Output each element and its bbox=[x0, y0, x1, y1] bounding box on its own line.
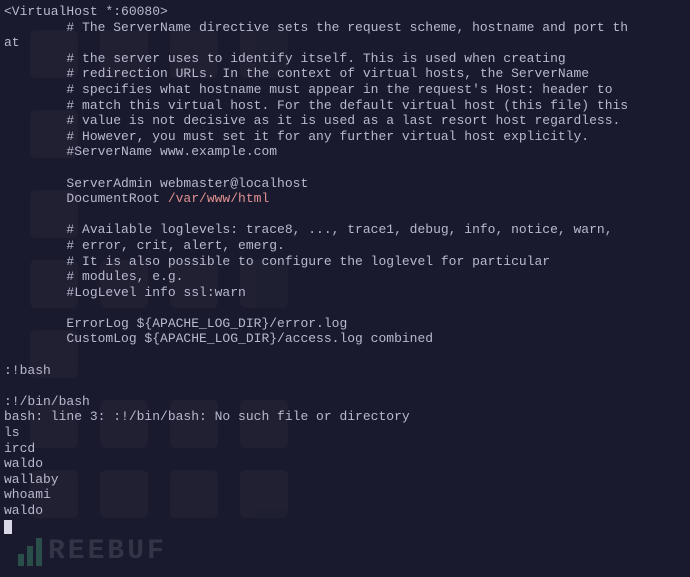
shell-line: :!/bin/bash bbox=[4, 394, 686, 410]
terminal-cursor-line bbox=[4, 519, 686, 535]
shell-line: wallaby bbox=[4, 472, 686, 488]
config-comment-line: # redirection URLs. In the context of vi… bbox=[4, 66, 686, 82]
config-comment-line: # However, you must set it for any furth… bbox=[4, 129, 686, 145]
config-comment-line: # match this virtual host. For the defau… bbox=[4, 98, 686, 114]
config-directive: DocumentRoot bbox=[4, 191, 168, 206]
config-comment-line: # Available loglevels: trace8, ..., trac… bbox=[4, 222, 686, 238]
config-comment-line: #LogLevel info ssl:warn bbox=[4, 285, 686, 301]
config-comment-line: # value is not decisive as it is used as… bbox=[4, 113, 686, 129]
terminal-blank-line bbox=[4, 160, 686, 176]
shell-line: ls bbox=[4, 425, 686, 441]
config-comment-line-wrap: at bbox=[4, 35, 686, 51]
shell-line: waldo bbox=[4, 503, 686, 519]
terminal-blank-line bbox=[4, 300, 686, 316]
cursor-block-icon bbox=[4, 520, 12, 534]
config-line: CustomLog ${APACHE_LOG_DIR}/access.log c… bbox=[4, 331, 686, 347]
shell-line: bash: line 3: :!/bin/bash: No such file … bbox=[4, 409, 686, 425]
config-comment-line: # It is also possible to configure the l… bbox=[4, 254, 686, 270]
config-comment-line: # specifies what hostname must appear in… bbox=[4, 82, 686, 98]
config-path: /var/www/html bbox=[168, 191, 269, 206]
watermark-logo-icon bbox=[18, 538, 42, 566]
shell-line: whoami bbox=[4, 487, 686, 503]
shell-line: :!bash bbox=[4, 363, 686, 379]
terminal-output[interactable]: <VirtualHost *:60080> # The ServerName d… bbox=[0, 0, 690, 538]
config-line: <VirtualHost *:60080> bbox=[4, 4, 686, 20]
terminal-blank-line bbox=[4, 347, 686, 363]
config-comment-line: # error, crit, alert, emerg. bbox=[4, 238, 686, 254]
config-line: ErrorLog ${APACHE_LOG_DIR}/error.log bbox=[4, 316, 686, 332]
watermark: REEBUF bbox=[18, 535, 167, 569]
config-comment-line: # modules, e.g. bbox=[4, 269, 686, 285]
config-line: DocumentRoot /var/www/html bbox=[4, 191, 686, 207]
watermark-text: REEBUF bbox=[48, 535, 167, 569]
shell-line: waldo bbox=[4, 456, 686, 472]
terminal-blank-line bbox=[4, 207, 686, 223]
terminal-blank-line bbox=[4, 378, 686, 394]
config-comment-line: #ServerName www.example.com bbox=[4, 144, 686, 160]
config-comment-line: # The ServerName directive sets the requ… bbox=[4, 20, 686, 36]
config-comment-line: # the server uses to identify itself. Th… bbox=[4, 51, 686, 67]
shell-line: ircd bbox=[4, 441, 686, 457]
config-line: ServerAdmin webmaster@localhost bbox=[4, 176, 686, 192]
